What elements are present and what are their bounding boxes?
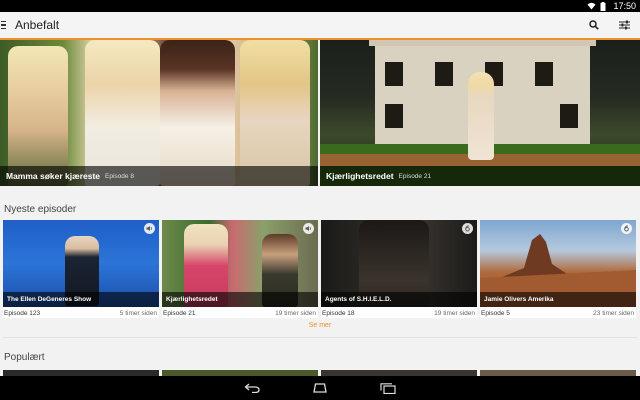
featured-title: Mamma søker kjæreste — [6, 171, 101, 181]
hero-image — [85, 40, 160, 186]
featured-caption: Mamma søker kjæreste Episode 8 — [0, 166, 318, 186]
sound-icon — [144, 223, 155, 234]
featured-card[interactable]: Mamma søker kjæreste Episode 8 — [0, 40, 318, 186]
channel-6-icon — [621, 223, 632, 234]
filter-button[interactable] — [616, 17, 632, 33]
hero-image — [160, 40, 235, 186]
system-nav-bar — [0, 376, 640, 400]
episode-number: Episode 21 — [163, 309, 196, 317]
episode-number: Episode 5 — [481, 309, 510, 317]
episode-card[interactable]: Jamie Olivers Amerika Episode 5 23 timer… — [480, 220, 636, 318]
see-more-link[interactable]: Se mer — [0, 322, 640, 329]
featured-caption: Kjærlighetsredet Episode 21 — [320, 166, 640, 186]
status-bar: 17:50 — [0, 0, 640, 12]
featured-title: Kjærlighetsredet — [326, 171, 394, 181]
back-button[interactable] — [243, 381, 261, 395]
section-title-popular: Populært — [4, 352, 45, 363]
recents-icon — [380, 382, 396, 394]
episode-card[interactable]: Kjærlighetsredet Episode 21 19 timer sid… — [162, 220, 318, 318]
featured-card[interactable]: Kjærlighetsredet Episode 21 — [320, 40, 640, 186]
episode-time: 5 timer siden — [119, 309, 157, 317]
episode-title: The Ellen DeGeneres Show — [3, 292, 159, 307]
episode-thumbnail: Jamie Olivers Amerika — [480, 220, 636, 307]
episode-title: Kjærlighetsredet — [162, 292, 318, 307]
channel-6-icon — [462, 223, 473, 234]
episode-title: Agents of S.H.I.E.L.D. — [321, 292, 477, 307]
episode-card[interactable]: Agents of S.H.I.E.L.D. Episode 18 19 tim… — [321, 220, 477, 318]
divider — [3, 337, 637, 338]
home-icon — [313, 383, 327, 393]
battery-icon — [600, 2, 609, 11]
episode-time: 19 timer siden — [275, 309, 316, 317]
section-title-newest: Nyeste episoder — [4, 204, 77, 215]
back-icon — [244, 383, 260, 393]
featured-episode: Episode 21 — [398, 172, 432, 180]
status-time: 17:50 — [613, 1, 636, 11]
hero-image — [240, 40, 310, 186]
drawer-menu-icon[interactable] — [0, 11, 14, 39]
episode-number: Episode 123 — [4, 309, 41, 317]
hero-image — [8, 46, 68, 186]
episode-time: 19 timer siden — [434, 309, 475, 317]
episode-number: Episode 18 — [322, 309, 355, 317]
episode-title: Jamie Olivers Amerika — [480, 292, 636, 307]
episode-card[interactable]: The Ellen DeGeneres Show Episode 123 5 t… — [3, 220, 159, 318]
search-button[interactable] — [586, 17, 602, 33]
home-button[interactable] — [311, 381, 329, 395]
wifi-icon — [587, 2, 596, 10]
search-icon — [589, 20, 599, 30]
episode-thumbnail: The Ellen DeGeneres Show — [3, 220, 159, 307]
hero-image — [468, 72, 494, 160]
page-title: Anbefalt — [15, 18, 60, 32]
featured-episode: Episode 8 — [105, 172, 134, 180]
app-bar: Anbefalt — [0, 12, 640, 40]
episode-time: 23 timer siden — [593, 309, 634, 317]
sound-icon — [303, 223, 314, 234]
filter-icon — [618, 20, 630, 30]
episode-thumbnail: Agents of S.H.I.E.L.D. — [321, 220, 477, 307]
recents-button[interactable] — [379, 381, 397, 395]
episode-thumbnail: Kjærlighetsredet — [162, 220, 318, 307]
